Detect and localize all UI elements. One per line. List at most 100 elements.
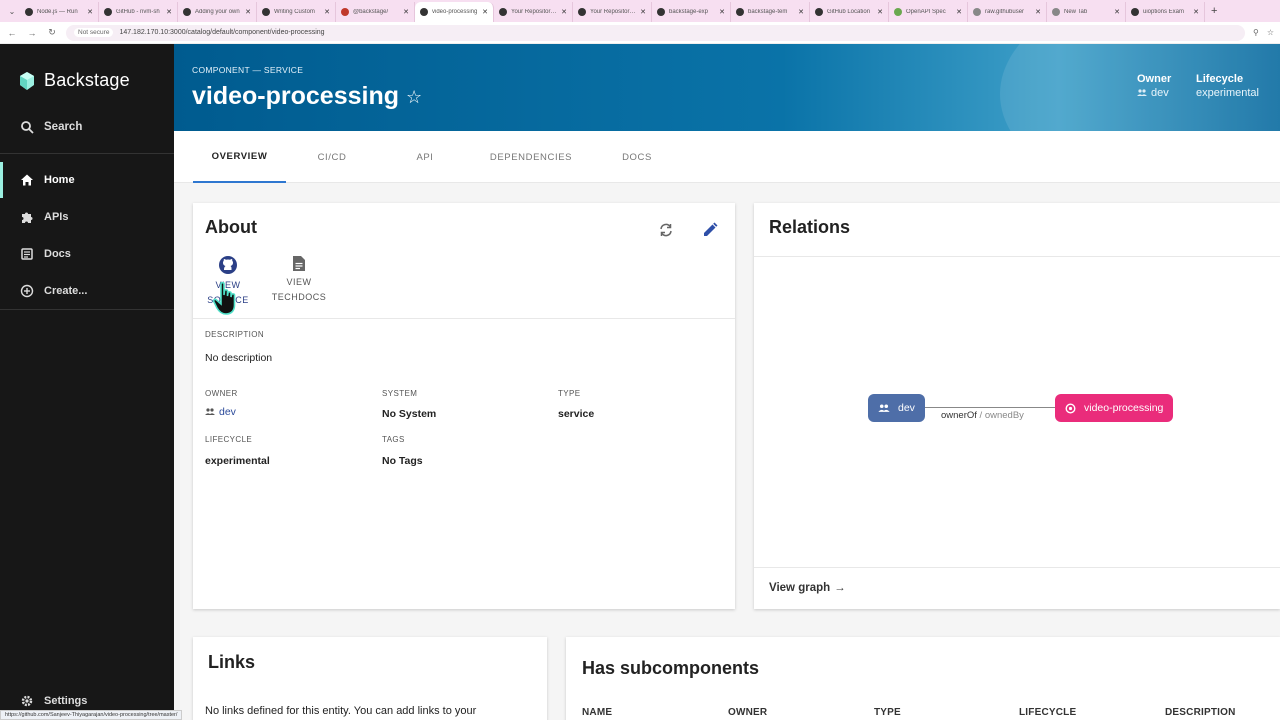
- sidebar-item-docs[interactable]: Docs: [0, 236, 174, 272]
- document-icon: [293, 256, 305, 271]
- close-tab-icon[interactable]: ✕: [798, 8, 804, 16]
- backstage-logo[interactable]: Backstage: [18, 70, 130, 91]
- close-tab-icon[interactable]: ✕: [324, 8, 330, 16]
- edge-label-owned-by: ownedBy: [984, 410, 1024, 421]
- sidebar-item-create[interactable]: Create...: [0, 273, 174, 309]
- browser-tab[interactable]: uioptions Exam ✕: [1126, 2, 1205, 22]
- sidebar-search[interactable]: Search: [20, 120, 82, 134]
- column-header-type[interactable]: TYPE: [874, 707, 901, 718]
- close-tab-icon[interactable]: ✕: [403, 8, 409, 16]
- forward-arrow-icon[interactable]: →: [26, 28, 38, 38]
- close-tab-icon[interactable]: ✕: [166, 8, 172, 16]
- address-bar: ← → ↻ Not secure 147.182.170.10:3000/cat…: [0, 22, 1280, 44]
- browser-tab[interactable]: GitHub - nvm-sh ✕: [99, 2, 178, 22]
- owner-link[interactable]: dev: [205, 406, 236, 418]
- browser-tab[interactable]: @backstage/ ✕: [336, 2, 415, 22]
- group-icon: [1137, 89, 1147, 96]
- header-lifecycle-label: Lifecycle: [1196, 73, 1244, 85]
- add-circle-icon: [20, 284, 34, 298]
- view-graph-link[interactable]: View graph →: [769, 582, 846, 594]
- relations-footer-divider: [754, 567, 1280, 568]
- close-tab-icon[interactable]: ✕: [561, 8, 567, 16]
- search-icon: [21, 121, 34, 134]
- subcomponents-card: Has subcomponents NAME OWNER TYPE LIFECY…: [566, 637, 1280, 720]
- browser-tab[interactable]: Adding your own ✕: [178, 2, 257, 22]
- url-field[interactable]: Not secure 147.182.170.10:3000/catalog/d…: [66, 24, 1245, 41]
- reload-icon[interactable]: ↻: [46, 27, 58, 38]
- close-tab-icon[interactable]: ✕: [245, 8, 251, 16]
- owner-label: OWNER: [205, 389, 238, 398]
- close-tab-icon[interactable]: ✕: [1035, 8, 1041, 16]
- close-tab-icon[interactable]: ✕: [1193, 8, 1199, 16]
- tab-api[interactable]: API: [396, 131, 454, 183]
- not-secure-badge[interactable]: Not secure: [74, 28, 114, 37]
- view-techdocs-link[interactable]: VIEW TECHDOCS: [267, 255, 331, 305]
- about-card: About VIEW SOURCE VIEW TECHDOCS DESCRIPTIO…: [193, 203, 735, 609]
- sidebar-item-home[interactable]: Home: [0, 162, 174, 198]
- zoom-icon[interactable]: ⚲: [1253, 28, 1259, 37]
- edge-label-separator: /: [976, 410, 985, 421]
- tab-overview[interactable]: OVERVIEW: [193, 131, 286, 183]
- view-source-link[interactable]: VIEW SOURCE: [205, 255, 251, 308]
- refresh-button[interactable]: [655, 219, 677, 241]
- sidebar-item-settings[interactable]: Settings: [20, 694, 87, 708]
- browser-tab[interactable]: Node.js — Run ✕: [20, 2, 99, 22]
- favorite-star-icon[interactable]: ☆: [406, 87, 422, 108]
- links-card: Links No links defined for this entity. …: [193, 637, 547, 720]
- tab-cicd[interactable]: CI/CD: [298, 131, 366, 183]
- header-lifecycle-value: experimental: [1196, 87, 1259, 99]
- close-tab-icon[interactable]: ✕: [482, 8, 488, 16]
- tab-dependencies[interactable]: DEPENDENCIES: [482, 131, 580, 183]
- edit-button[interactable]: [699, 219, 721, 241]
- bookmark-star-icon[interactable]: ☆: [1267, 28, 1274, 37]
- relation-edge: [921, 407, 1061, 408]
- column-header-name[interactable]: NAME: [582, 707, 612, 718]
- browser-tab[interactable]: backstage-tem ✕: [731, 2, 810, 22]
- back-arrow-icon[interactable]: ←: [6, 28, 18, 38]
- close-tab-icon[interactable]: ✕: [877, 8, 883, 16]
- pencil-icon: [704, 222, 718, 236]
- lifecycle-value: experimental: [205, 455, 270, 467]
- browser-tab[interactable]: Your Repositories ✕: [494, 2, 573, 22]
- column-header-description[interactable]: DESCRIPTION: [1165, 707, 1236, 718]
- column-header-owner[interactable]: OWNER: [728, 707, 767, 718]
- browser-tab[interactable]: OpenAPI Spec ✕: [889, 2, 968, 22]
- header-owner-link[interactable]: dev: [1137, 87, 1171, 99]
- close-tab-icon[interactable]: ✕: [87, 8, 93, 16]
- close-tab-icon[interactable]: ✕: [1114, 8, 1120, 16]
- browser-tab[interactable]: raw.githubuser ✕: [968, 2, 1047, 22]
- tab-search-chevron-icon[interactable]: ⌄: [4, 7, 20, 16]
- group-icon: [205, 408, 215, 415]
- close-tab-icon[interactable]: ✕: [640, 8, 646, 16]
- logo-text: Backstage: [44, 70, 130, 90]
- relation-node-video-processing[interactable]: video-processing: [1055, 394, 1174, 422]
- tab-title: Your Repositories: [590, 9, 637, 15]
- close-tab-icon[interactable]: ✕: [719, 8, 725, 16]
- relation-node-dev[interactable]: dev: [868, 394, 925, 422]
- sidebar-item-apis[interactable]: APIs: [0, 199, 174, 235]
- view-techdocs-label: VIEW TECHDOCS: [267, 275, 331, 305]
- tab-title: GitHub - nvm-sh: [116, 9, 160, 15]
- tab-title: uioptions Exam: [1143, 9, 1185, 15]
- sidebar-item-label: Create...: [44, 285, 88, 297]
- view-source-line2: SOURCE: [207, 295, 249, 305]
- browser-tab-active[interactable]: video-processing ✕: [415, 2, 494, 22]
- new-tab-icon[interactable]: +: [1205, 5, 1217, 17]
- close-tab-icon[interactable]: ✕: [956, 8, 962, 16]
- tab-title: video-processing: [432, 9, 478, 15]
- tab-favicon-icon: [262, 8, 270, 16]
- browser-tab[interactable]: Your Repositories ✕: [573, 2, 652, 22]
- browser-tab[interactable]: Writing Custom ✕: [257, 2, 336, 22]
- entity-kind: COMPONENT — SERVICE: [192, 65, 304, 75]
- component-icon: [1065, 402, 1076, 414]
- system-label: SYSTEM: [382, 389, 418, 398]
- description-label: DESCRIPTION: [205, 330, 265, 339]
- column-header-lifecycle[interactable]: LIFECYCLE: [1019, 707, 1076, 718]
- browser-tab[interactable]: New Tab ✕: [1047, 2, 1126, 22]
- tab-title: OpenAPI Spec: [906, 9, 946, 15]
- tab-docs[interactable]: DOCS: [606, 131, 668, 183]
- browser-tab[interactable]: GitHub Location ✕: [810, 2, 889, 22]
- view-source-label: VIEW SOURCE: [205, 278, 251, 308]
- browser-tab[interactable]: backstage-exp ✕: [652, 2, 731, 22]
- tab-title: @backstage/: [353, 9, 389, 15]
